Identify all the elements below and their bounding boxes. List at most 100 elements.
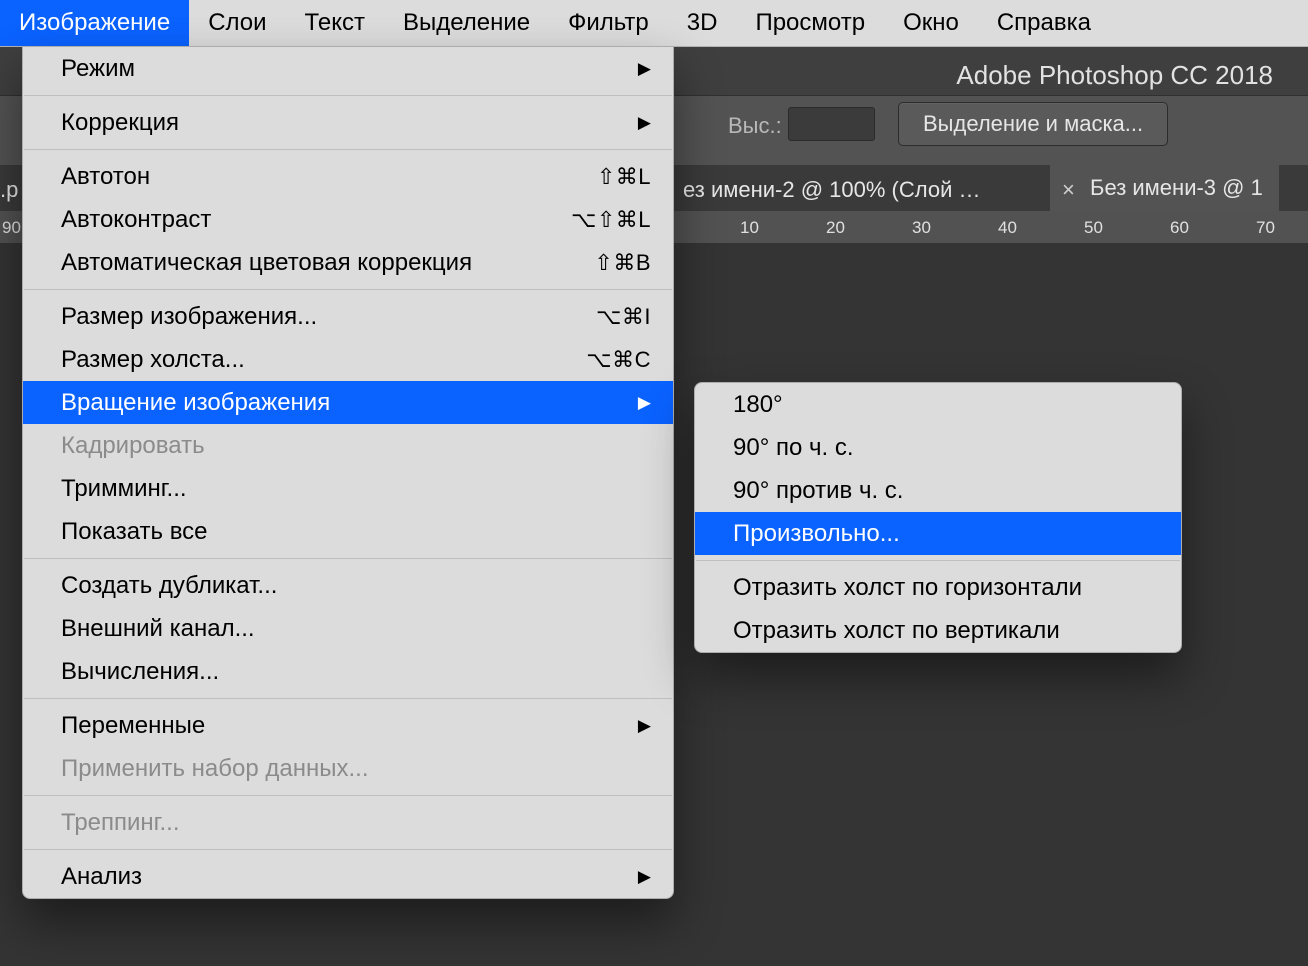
menu-item-label: Кадрировать	[61, 432, 205, 460]
rotate-submenu-item[interactable]: Отразить холст по вертикали	[695, 609, 1181, 652]
menu-label: 3D	[687, 9, 718, 37]
menu-label: Выделение	[403, 9, 530, 37]
image-rotation-submenu: 180° 90° по ч. с. 90° против ч. с. Произвол…	[694, 382, 1182, 653]
menubar: Изображение Слои Текст Выделение Фильтр …	[0, 0, 1308, 47]
menu-item-window[interactable]: Окно	[884, 0, 978, 46]
rotate-submenu-item[interactable]: 180°	[695, 383, 1181, 426]
close-icon[interactable]: ×	[1062, 177, 1075, 203]
ruler-tick: 60	[1170, 218, 1189, 238]
menu-item-label: Размер холста...	[61, 346, 245, 374]
ruler-tick: 90	[2, 218, 21, 238]
ruler-tick: 40	[998, 218, 1017, 238]
menu-item-label: Треппинг...	[61, 809, 180, 837]
menu-item-text[interactable]: Текст	[286, 0, 384, 46]
menu-item-label: Размер изображения...	[61, 303, 317, 331]
image-menu-item[interactable]: Автоматическая цветовая коррекция ⇧⌘B	[23, 241, 673, 284]
menu-item-label: Вычисления...	[61, 658, 219, 686]
menu-separator	[24, 149, 672, 150]
menu-label: Справка	[997, 9, 1091, 37]
image-menu-item[interactable]: Внешний канал...	[23, 607, 673, 650]
menu-item-label: Автоматическая цветовая коррекция	[61, 249, 472, 277]
menu-item-layers[interactable]: Слои	[189, 0, 285, 46]
image-menu-item[interactable]: Вычисления...	[23, 650, 673, 693]
image-menu-item[interactable]: Автоконтраст ⌥⇧⌘L	[23, 198, 673, 241]
menu-item-shortcut: ⇧⌘B	[594, 250, 651, 276]
menu-separator	[24, 95, 672, 96]
menu-item-label: 180°	[733, 391, 783, 419]
menu-item-label: Произвольно...	[733, 520, 900, 548]
menu-item-label: Переменные	[61, 712, 205, 740]
menu-label: Фильтр	[568, 9, 649, 37]
menu-item-label: Анализ	[61, 863, 142, 891]
submenu-arrow-icon: ▶	[638, 867, 651, 887]
image-menu-item[interactable]: Коррекция ▶	[23, 101, 673, 144]
submenu-arrow-icon: ▶	[638, 113, 651, 133]
ruler-tick: 50	[1084, 218, 1103, 238]
height-label: Выс.:	[728, 113, 782, 139]
submenu-arrow-icon: ▶	[638, 59, 651, 79]
button-label: Выделение и маска...	[923, 111, 1143, 137]
menu-item-view[interactable]: Просмотр	[736, 0, 884, 46]
menu-item-shortcut: ⌥⇧⌘L	[571, 207, 651, 233]
image-menu-item: Треппинг...	[23, 801, 673, 844]
image-menu-item[interactable]: Автотон ⇧⌘L	[23, 155, 673, 198]
rotate-submenu-item[interactable]: Произвольно...	[695, 512, 1181, 555]
menu-item-shortcut: ⌥⌘C	[586, 347, 651, 373]
menu-separator	[24, 698, 672, 699]
menu-item-selection[interactable]: Выделение	[384, 0, 549, 46]
menu-item-label: Автоконтраст	[61, 206, 211, 234]
image-menu-item[interactable]: Показать все	[23, 510, 673, 553]
menu-item-label: Тримминг...	[61, 475, 187, 503]
image-menu-item[interactable]: Режим ▶	[23, 47, 673, 90]
menu-item-label: Внешний канал...	[61, 615, 255, 643]
image-menu: Режим ▶ Коррекция ▶ Автотон ⇧⌘L Автоконтраст ⌥⇧…	[22, 46, 674, 899]
image-menu-item[interactable]: Размер изображения... ⌥⌘I	[23, 295, 673, 338]
height-input[interactable]	[788, 107, 875, 141]
menu-label: Просмотр	[755, 9, 865, 37]
menu-item-label: Отразить холст по вертикали	[733, 617, 1060, 645]
menu-separator	[24, 558, 672, 559]
menu-label: Слои	[208, 9, 266, 37]
menu-label: Окно	[903, 9, 959, 37]
menu-item-label: Применить набор данных...	[61, 755, 369, 783]
ruler-tick: 10	[740, 218, 759, 238]
image-menu-item[interactable]: Вращение изображения ▶	[23, 381, 673, 424]
menu-item-3d[interactable]: 3D	[668, 0, 737, 46]
menu-item-shortcut: ⌥⌘I	[596, 304, 651, 330]
menu-item-label: 90° по ч. с.	[733, 434, 853, 462]
image-menu-item[interactable]: Создать дубликат...	[23, 564, 673, 607]
ruler-tick: 20	[826, 218, 845, 238]
image-menu-item[interactable]: Анализ ▶	[23, 855, 673, 898]
menu-label: Изображение	[19, 9, 170, 37]
menu-item-label: Отразить холст по горизонтали	[733, 574, 1082, 602]
select-and-mask-button[interactable]: Выделение и маска...	[898, 102, 1168, 146]
menu-item-label: Автотон	[61, 163, 150, 191]
menu-item-label: 90° против ч. с.	[733, 477, 903, 505]
submenu-arrow-icon: ▶	[638, 393, 651, 413]
app-title: Adobe Photoshop CC 2018	[956, 60, 1273, 91]
image-menu-item[interactable]: Переменные ▶	[23, 704, 673, 747]
menu-item-label: Режим	[61, 55, 135, 83]
menu-item-label: Создать дубликат...	[61, 572, 277, 600]
image-menu-item[interactable]: Тримминг...	[23, 467, 673, 510]
menu-item-label: Коррекция	[61, 109, 179, 137]
tab-label: Без имени-3 @ 1	[1090, 175, 1263, 200]
menu-separator	[696, 560, 1180, 561]
menu-separator	[24, 795, 672, 796]
image-menu-item: Кадрировать	[23, 424, 673, 467]
menu-item-shortcut: ⇧⌘L	[597, 164, 651, 190]
menu-item-label: Показать все	[61, 518, 208, 546]
menu-item-filter[interactable]: Фильтр	[549, 0, 668, 46]
rotate-submenu-item[interactable]: 90° против ч. с.	[695, 469, 1181, 512]
menu-item-help[interactable]: Справка	[978, 0, 1110, 46]
ruler-tick: 70	[1256, 218, 1275, 238]
rotate-submenu-item[interactable]: 90° по ч. с.	[695, 426, 1181, 469]
menu-label: Текст	[305, 9, 365, 37]
image-menu-item[interactable]: Размер холста... ⌥⌘C	[23, 338, 673, 381]
image-menu-item: Применить набор данных...	[23, 747, 673, 790]
ruler-tick: 30	[912, 218, 931, 238]
menu-item-label: Вращение изображения	[61, 389, 330, 417]
menu-item-image[interactable]: Изображение	[0, 0, 189, 46]
submenu-arrow-icon: ▶	[638, 716, 651, 736]
rotate-submenu-item[interactable]: Отразить холст по горизонтали	[695, 566, 1181, 609]
